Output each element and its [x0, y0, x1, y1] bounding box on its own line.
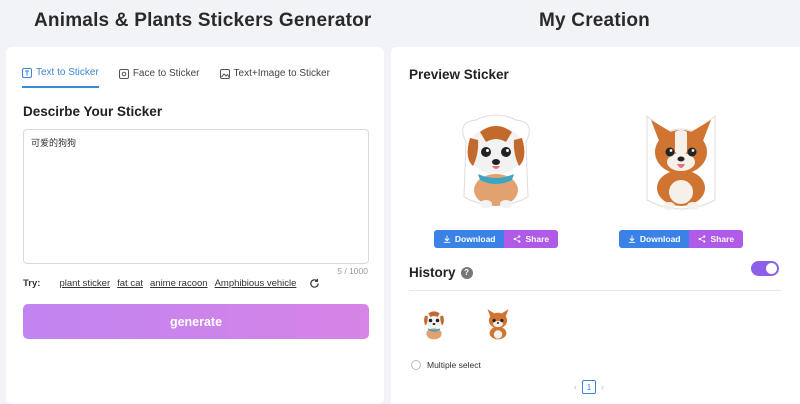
- tab-label: Text+Image to Sticker: [233, 68, 330, 79]
- image-icon: [219, 68, 230, 79]
- history-title: History: [409, 265, 456, 280]
- page-number[interactable]: 1: [582, 380, 596, 394]
- multiple-select-radio[interactable]: [411, 360, 421, 370]
- suggestion-link[interactable]: plant sticker: [59, 278, 110, 289]
- tab-text-to-sticker[interactable]: Text to Sticker: [22, 67, 99, 88]
- sticker-card: Download Share: [606, 102, 756, 248]
- tab-text-image-to-sticker[interactable]: Text+Image to Sticker: [219, 67, 330, 88]
- puppy-sticker-image: [462, 114, 530, 208]
- share-icon: [699, 235, 706, 243]
- share-icon: [514, 235, 521, 243]
- generate-button[interactable]: generate: [23, 304, 369, 339]
- download-icon: [628, 235, 636, 243]
- tab-face-to-sticker[interactable]: Face to Sticker: [118, 67, 200, 88]
- preview-heading: Preview Sticker: [409, 67, 509, 82]
- prompt-input[interactable]: 可爱的狗狗: [23, 129, 369, 264]
- history-heading: History ?: [409, 265, 473, 280]
- text-t-icon: [22, 67, 32, 78]
- try-label: Try:: [23, 278, 41, 289]
- history-thumbnail-corgi[interactable]: [478, 303, 518, 345]
- share-label: Share: [525, 234, 550, 244]
- history-thumbnail-puppy[interactable]: [414, 303, 454, 345]
- suggestion-link[interactable]: Amphibious vehicle: [215, 278, 297, 289]
- download-label: Download: [454, 234, 496, 244]
- download-button[interactable]: Download: [433, 230, 505, 248]
- mode-tabs: Text to Sticker Face to Sticker Text+Ima…: [22, 67, 330, 88]
- share-label: Share: [710, 234, 735, 244]
- try-suggestions: Try: plant sticker fat cat anime racoon …: [23, 278, 320, 289]
- divider: [409, 290, 781, 291]
- creation-panel: Preview Sticker Download Share Download …: [391, 47, 800, 404]
- multiple-select-label: Multiple select: [427, 360, 481, 370]
- char-count: 5 / 1000: [337, 266, 368, 276]
- generator-panel: Text to Sticker Face to Sticker Text+Ima…: [6, 47, 384, 404]
- describe-heading: Descirbe Your Sticker: [23, 104, 163, 119]
- sticker-actions: Download Share: [421, 230, 571, 248]
- prev-page-icon[interactable]: ‹: [574, 382, 577, 392]
- sticker-card: Download Share: [421, 102, 571, 248]
- multiple-select[interactable]: Multiple select: [411, 360, 481, 370]
- history-toggle[interactable]: [751, 261, 779, 276]
- tab-label: Text to Sticker: [36, 67, 99, 78]
- next-page-icon[interactable]: ›: [601, 382, 604, 392]
- my-creation-title: My Creation: [539, 10, 650, 31]
- download-icon: [443, 235, 451, 243]
- help-icon[interactable]: ?: [460, 266, 473, 279]
- pagination: ‹ 1 ›: [574, 380, 604, 394]
- download-button[interactable]: Download: [618, 230, 690, 248]
- share-button[interactable]: Share: [504, 230, 559, 248]
- sticker-actions: Download Share: [606, 230, 756, 248]
- suggestion-link[interactable]: anime racoon: [150, 278, 208, 289]
- download-label: Download: [639, 234, 681, 244]
- suggestion-link[interactable]: fat cat: [117, 278, 143, 289]
- corgi-sticker-image: [646, 114, 716, 210]
- share-button[interactable]: Share: [689, 230, 744, 248]
- face-frame-icon: [118, 68, 129, 79]
- generator-title: Animals & Plants Stickers Generator: [34, 10, 372, 31]
- tab-label: Face to Sticker: [132, 68, 200, 79]
- refresh-icon[interactable]: [309, 278, 320, 289]
